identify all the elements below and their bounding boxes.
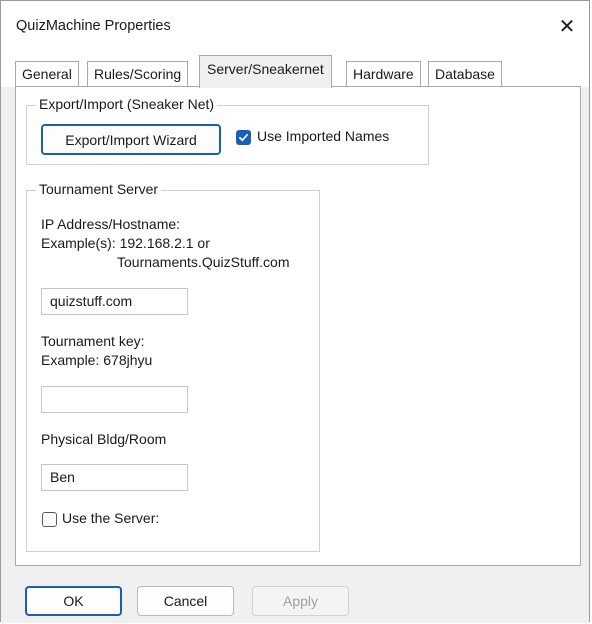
ip-address-input[interactable]: quizstuff.com xyxy=(41,288,188,315)
tab-database-label: Database xyxy=(435,66,495,82)
ok-label: OK xyxy=(63,593,84,609)
apply-button[interactable]: Apply xyxy=(252,586,349,616)
ok-button[interactable]: OK xyxy=(25,586,122,616)
window-title: QuizMachine Properties xyxy=(16,18,171,34)
use-imported-names-label: Use Imported Names xyxy=(257,128,390,144)
tournament-key-example-label: Example: 678jhyu xyxy=(41,352,153,368)
tab-server-sneakernet-label: Server/Sneakernet xyxy=(207,61,324,77)
close-button[interactable]: ✕ xyxy=(545,1,589,51)
apply-label: Apply xyxy=(282,593,319,609)
ip-example-label: Example(s): 192.168.2.1 or xyxy=(41,235,210,251)
cancel-button[interactable]: Cancel xyxy=(137,586,234,616)
ip-example-hostname-label: Tournaments.QuizStuff.com xyxy=(117,254,290,270)
title-bar: QuizMachine Properties ✕ xyxy=(1,1,589,53)
tab-server-sneakernet[interactable]: Server/Sneakernet xyxy=(199,55,332,88)
tab-rules-scoring-label: Rules/Scoring xyxy=(94,66,182,82)
cancel-label: Cancel xyxy=(163,593,208,609)
tournament-server-group-title: Tournament Server xyxy=(36,181,162,197)
tab-panel: Export/Import (Sneaker Net) Export/Impor… xyxy=(15,86,581,566)
use-imported-names-checkbox[interactable] xyxy=(236,130,251,145)
physical-room-label: Physical Bldg/Room xyxy=(41,431,167,447)
export-import-group-title: Export/Import (Sneaker Net) xyxy=(36,96,218,112)
tournament-key-label: Tournament key: xyxy=(41,333,145,349)
tab-rules-scoring[interactable]: Rules/Scoring xyxy=(87,61,189,87)
checkmark-icon xyxy=(239,133,248,142)
tab-database[interactable]: Database xyxy=(428,61,502,87)
tab-hardware[interactable]: Hardware xyxy=(346,61,421,87)
close-icon: ✕ xyxy=(558,15,576,38)
server-sneakernet-panel: Export/Import (Sneaker Net) Export/Impor… xyxy=(16,87,580,565)
export-import-wizard-label: Export/Import Wizard xyxy=(65,131,197,148)
tab-general[interactable]: General xyxy=(15,61,79,87)
use-server-label: Use the Server: xyxy=(62,510,160,526)
export-import-wizard-button[interactable]: Export/Import Wizard xyxy=(41,124,221,155)
dialog-footer: OK Cancel Apply xyxy=(1,571,589,623)
ip-address-label: IP Address/Hostname: xyxy=(41,216,181,232)
physical-room-input[interactable]: Ben xyxy=(41,464,188,491)
tab-general-label: General xyxy=(22,66,72,82)
properties-dialog: QuizMachine Properties ✕ General Rules/S… xyxy=(0,0,590,623)
tab-hardware-label: Hardware xyxy=(353,66,414,82)
tournament-key-input[interactable] xyxy=(41,386,188,413)
use-server-checkbox[interactable] xyxy=(42,512,57,527)
tab-strip: General Rules/Scoring Server/Sneakernet … xyxy=(1,53,589,88)
